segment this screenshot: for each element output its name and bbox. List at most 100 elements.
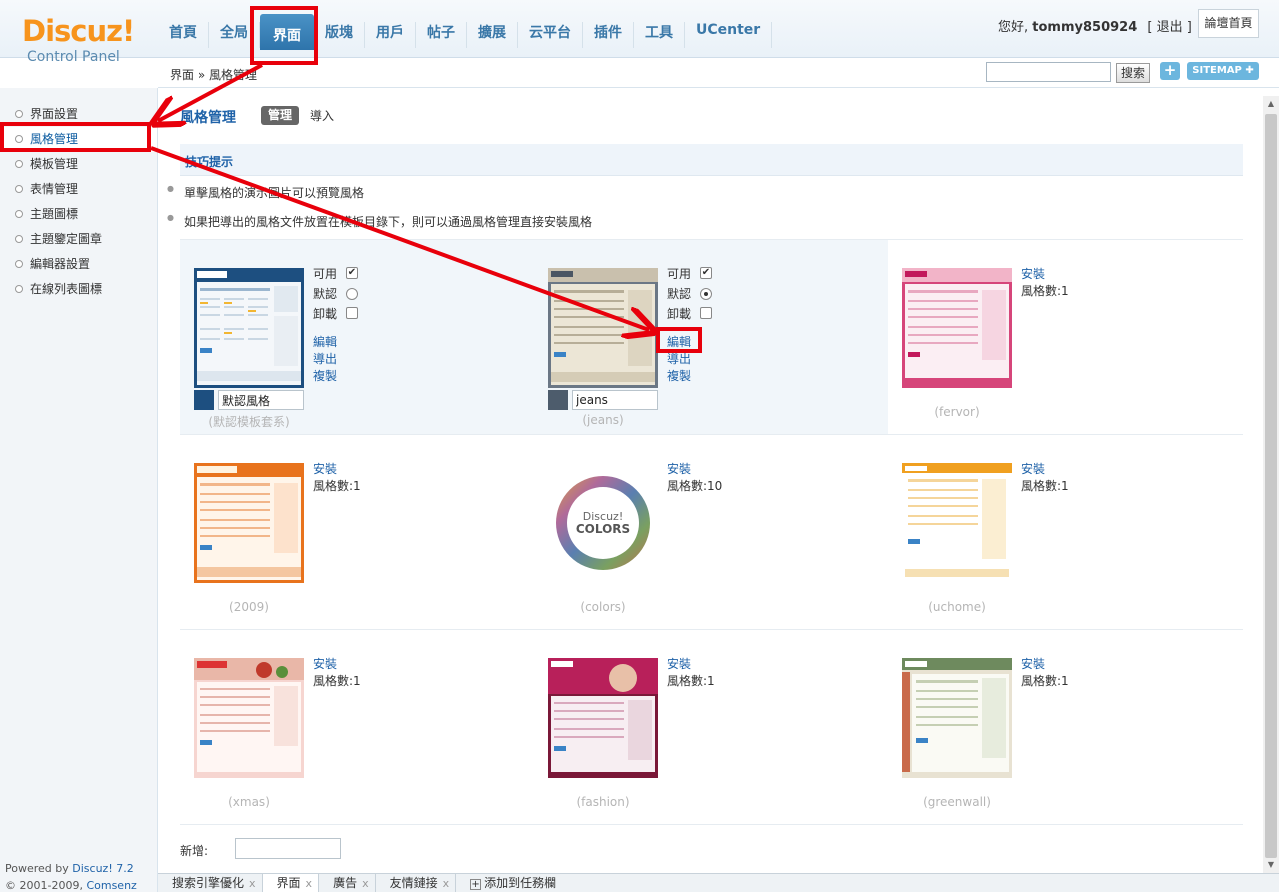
style-preview-thumbnail[interactable]: [902, 658, 1012, 778]
style-card-xmas: 安裝 風格數:1 (xmas): [180, 630, 534, 825]
username[interactable]: tommy850924: [1032, 20, 1137, 35]
style-name-input[interactable]: [218, 390, 304, 410]
nav-plugins[interactable]: 插件: [583, 22, 634, 48]
scroll-down-icon[interactable]: ▼: [1266, 860, 1276, 870]
powered-by-text: Powered by: [5, 862, 69, 875]
enabled-checkbox[interactable]: ✔: [700, 267, 712, 279]
nav-users[interactable]: 用戶: [365, 22, 416, 48]
task-label: 界面: [276, 876, 301, 890]
style-count: 風格數:10: [667, 479, 723, 493]
style-count: 風格數:1: [1021, 674, 1069, 688]
install-link[interactable]: 安裝: [1021, 656, 1069, 673]
style-preview-thumbnail[interactable]: [902, 268, 1012, 388]
install-link[interactable]: 安裝: [313, 656, 361, 673]
sidebar-item-smilies[interactable]: 表情管理: [0, 177, 157, 202]
enabled-label: 可用: [313, 267, 338, 281]
tab-manage[interactable]: 管理: [261, 106, 300, 125]
colors-preview-image: Discuz! COLORS: [556, 476, 650, 570]
nav-posts[interactable]: 帖子: [416, 22, 467, 48]
nav-forums[interactable]: 版塊: [314, 22, 365, 48]
page-title: 風格管理: [180, 110, 236, 126]
close-icon[interactable]: x: [249, 877, 256, 890]
copy-link[interactable]: 複製: [667, 368, 691, 385]
nav-home[interactable]: 首頁: [158, 22, 209, 48]
style-count: 風格數:1: [313, 479, 361, 493]
logo[interactable]: Discuz! Control Panel: [0, 0, 158, 88]
style-dir-name: (2009): [229, 600, 269, 614]
scroll-thumb[interactable]: [1265, 114, 1277, 858]
export-link[interactable]: 導出: [667, 351, 691, 368]
style-row: 安裝 風格數:1 (2009) Discuz! COLORS 安裝 風格數:10…: [180, 434, 1243, 629]
sidebar-item-editor-settings[interactable]: 編輯器設置: [0, 252, 157, 277]
greenwall-preview-image: [902, 658, 1012, 778]
sidebar-item-template-management[interactable]: 模板管理: [0, 152, 157, 177]
export-link[interactable]: 導出: [313, 351, 337, 368]
breadcrumb-bar: 界面 » 風格管理 搜索 + SITEMAP ✚: [158, 58, 1279, 88]
copy-link[interactable]: 複製: [313, 368, 337, 385]
close-icon[interactable]: x: [362, 877, 369, 890]
style-preview-thumbnail[interactable]: [194, 658, 304, 778]
default-radio[interactable]: [346, 288, 358, 300]
vertical-scrollbar[interactable]: ▲ ▼: [1263, 96, 1279, 873]
sidebar-item-thread-icons[interactable]: 主題圖標: [0, 202, 157, 227]
style-preview-thumbnail[interactable]: Discuz! COLORS: [548, 463, 658, 583]
sitemap-button[interactable]: SITEMAP ✚: [1187, 62, 1259, 80]
style-preview-thumbnail[interactable]: [548, 658, 658, 778]
nav-ucenter[interactable]: UCenter: [685, 22, 773, 48]
task-tab-ads[interactable]: 廣告 x: [319, 874, 376, 892]
enabled-checkbox[interactable]: ✔: [346, 267, 358, 279]
sidebar: 界面設置 風格管理 模板管理 表情管理 主題圖標 主題鑒定圖章 編輯器設置 在線…: [0, 88, 158, 892]
nav-extend[interactable]: 擴展: [467, 22, 518, 48]
sidebar-item-online-icons[interactable]: 在線列表圖標: [0, 277, 157, 302]
install-link[interactable]: 安裝: [1021, 461, 1069, 478]
style-actions: 安裝 風格數:1: [667, 656, 715, 690]
style-name-input[interactable]: [572, 390, 658, 410]
color-swatch[interactable]: [548, 390, 568, 410]
forum-home-button[interactable]: 論壇首頁: [1198, 9, 1259, 38]
color-swatch[interactable]: [194, 390, 214, 410]
nav-tools[interactable]: 工具: [634, 22, 685, 48]
task-tab-links[interactable]: 友情鏈接 x: [376, 874, 457, 892]
style-dir-name: (uchome): [928, 600, 986, 614]
search-button[interactable]: 搜索: [1116, 63, 1150, 83]
add-to-taskbar-button[interactable]: + 添加到任務欄: [456, 874, 562, 892]
edit-link[interactable]: 編輯: [313, 334, 337, 351]
uninstall-checkbox[interactable]: [346, 307, 358, 319]
style-preview-thumbnail[interactable]: [548, 268, 658, 388]
close-icon[interactable]: x: [443, 877, 450, 890]
install-link[interactable]: 安裝: [667, 461, 722, 478]
main-content: 風格管理 管理 導入 技巧提示 單擊風格的演示圖片可以預覽風格 如果把導出的風格…: [160, 89, 1263, 873]
style-card-uchome: 安裝 風格數:1 (uchome): [888, 435, 1242, 630]
install-link[interactable]: 安裝: [1021, 266, 1069, 283]
style-dir-name: (默認模板套系): [208, 415, 290, 429]
default-label: 默認: [313, 287, 338, 301]
logout-link[interactable]: [ 退出 ]: [1147, 20, 1191, 35]
discuz-version-link[interactable]: Discuz! 7.2: [72, 862, 133, 875]
task-tab-seo[interactable]: 搜索引擎優化 x: [158, 874, 263, 892]
style-preview-thumbnail[interactable]: [902, 463, 1012, 583]
tab-import[interactable]: 導入: [310, 107, 334, 124]
style-preview-thumbnail[interactable]: [194, 268, 304, 388]
style-count: 風格數:1: [1021, 479, 1069, 493]
plus-icon: +: [470, 879, 482, 890]
scroll-up-icon[interactable]: ▲: [1266, 99, 1276, 109]
uninstall-checkbox[interactable]: [700, 307, 712, 319]
install-link[interactable]: 安裝: [667, 656, 715, 673]
style-count: 風格數:1: [667, 674, 715, 688]
task-tab-interface[interactable]: 界面 x: [262, 874, 320, 892]
style-row: 可用 ✔ 默認 卸載 編輯 導出 複製 (默認模板套系): [180, 239, 1243, 435]
sidebar-item-stamps[interactable]: 主題鑒定圖章: [0, 227, 157, 252]
option-enabled: 可用 ✔: [313, 266, 358, 286]
nav-cloud[interactable]: 云平台: [518, 22, 583, 48]
search-input[interactable]: [986, 62, 1111, 82]
xmas-preview-image: [194, 658, 304, 778]
install-link[interactable]: 安裝: [313, 461, 361, 478]
new-style-input[interactable]: [235, 838, 341, 859]
logo-subtitle: Control Panel: [27, 49, 120, 65]
default-radio[interactable]: [700, 288, 712, 300]
style-preview-thumbnail[interactable]: [194, 463, 304, 583]
close-icon[interactable]: x: [306, 877, 313, 890]
add-shortcut-button[interactable]: +: [1160, 62, 1180, 80]
style-card-jeans: 可用✔ 默認 卸載 編輯 導出 複製 (jeans): [534, 240, 888, 435]
style-card-fashion: 安裝 風格數:1 (fashion): [534, 630, 888, 825]
